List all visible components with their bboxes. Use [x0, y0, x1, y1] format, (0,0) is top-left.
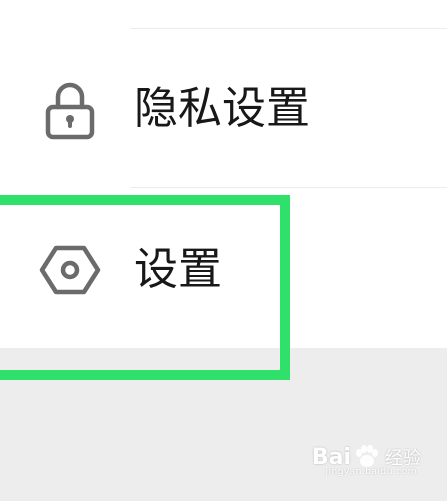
- watermark-brand: Bai: [311, 444, 351, 470]
- privacy-settings-label: 隐私设置: [134, 83, 310, 134]
- lock-icon: [45, 82, 95, 140]
- settings-label: 设置: [134, 244, 222, 295]
- menu-list: 隐私设置 设置: [0, 0, 447, 348]
- menu-item-settings[interactable]: 设置: [0, 188, 447, 348]
- baidu-jingyan-watermark: Bai 经验 jingyan.baidu.com: [311, 443, 421, 478]
- settings-hexagon-icon: [39, 245, 101, 295]
- watermark-site: jingyan.baidu.com: [325, 467, 417, 477]
- menu-item-privacy-settings[interactable]: 隐私设置: [0, 29, 447, 189]
